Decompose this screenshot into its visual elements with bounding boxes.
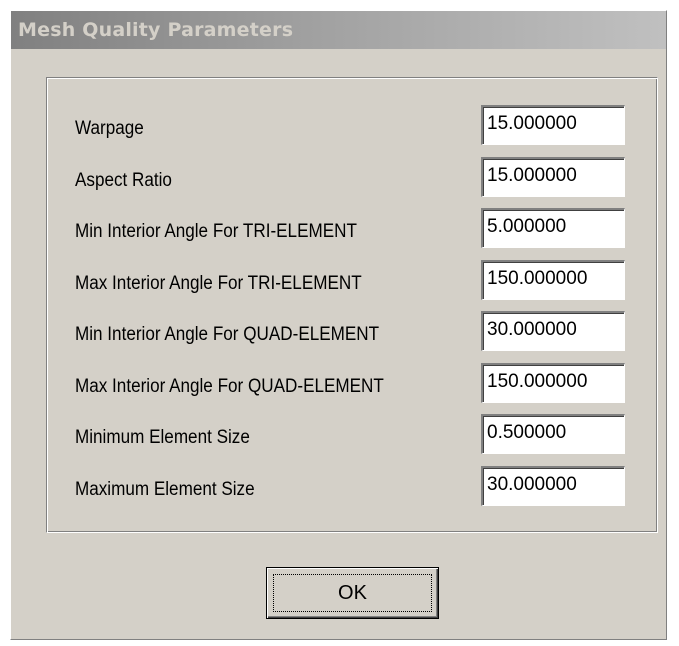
max-tri-angle-label: Max Interior Angle For TRI-ELEMENT bbox=[75, 273, 362, 294]
mesh-quality-dialog: Mesh Quality Parameters Warpage 15.00000… bbox=[10, 10, 667, 640]
min-quad-angle-field[interactable]: 30.000000 bbox=[481, 311, 625, 351]
warpage-label: Warpage bbox=[75, 118, 144, 139]
max-element-size-field[interactable]: 30.000000 bbox=[481, 466, 625, 506]
ok-button[interactable]: OK bbox=[266, 567, 439, 619]
warpage-field[interactable]: 15.000000 bbox=[481, 105, 625, 145]
max-element-size-label: Maximum Element Size bbox=[75, 479, 255, 500]
title-bar[interactable]: Mesh Quality Parameters bbox=[11, 11, 666, 49]
aspect-ratio-field[interactable]: 15.000000 bbox=[481, 157, 625, 197]
parameters-group bbox=[46, 77, 658, 533]
max-quad-angle-field[interactable]: 150.000000 bbox=[481, 363, 625, 403]
aspect-ratio-label: Aspect Ratio bbox=[75, 170, 172, 191]
min-quad-angle-label: Min Interior Angle For QUAD-ELEMENT bbox=[75, 324, 380, 345]
min-element-size-field[interactable]: 0.500000 bbox=[481, 414, 625, 454]
max-tri-angle-field[interactable]: 150.000000 bbox=[481, 260, 625, 300]
min-tri-angle-field[interactable]: 5.000000 bbox=[481, 208, 625, 248]
ok-button-label: OK bbox=[273, 574, 432, 612]
min-element-size-label: Minimum Element Size bbox=[75, 427, 250, 448]
dialog-title: Mesh Quality Parameters bbox=[18, 19, 294, 41]
max-quad-angle-label: Max Interior Angle For QUAD-ELEMENT bbox=[75, 376, 384, 397]
min-tri-angle-label: Min Interior Angle For TRI-ELEMENT bbox=[75, 221, 357, 242]
